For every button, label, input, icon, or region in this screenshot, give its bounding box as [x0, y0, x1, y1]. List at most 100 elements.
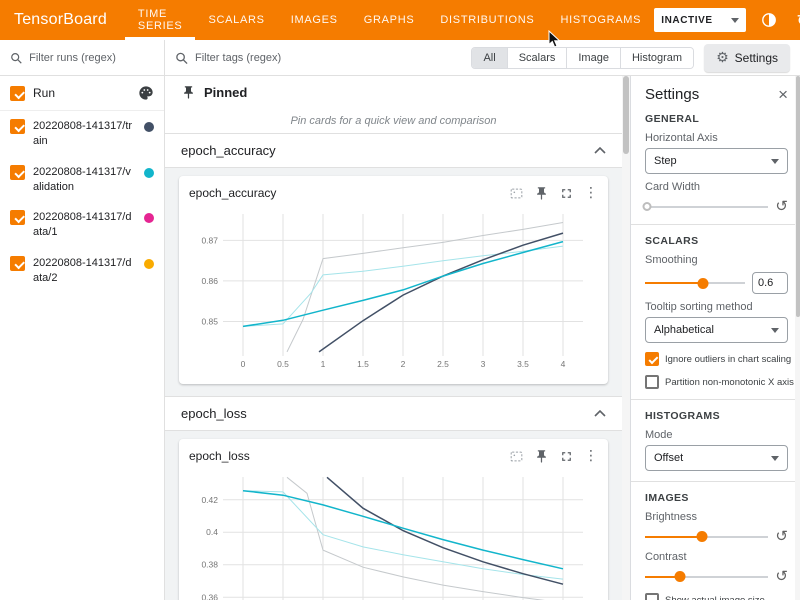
tab-images[interactable]: IMAGES	[278, 0, 351, 40]
card-title: epoch_accuracy	[189, 186, 276, 200]
show-actual-size-checkbox-row[interactable]: Show actual image size	[645, 593, 788, 600]
image-icon[interactable]	[509, 186, 524, 201]
svg-text:2: 2	[401, 359, 406, 369]
run-checkbox[interactable]	[10, 119, 25, 134]
run-checkbox[interactable]	[10, 256, 25, 271]
more-options-icon[interactable]: ⋮	[584, 449, 598, 463]
pinned-label: Pinned	[204, 85, 247, 100]
pin-outline-icon[interactable]	[534, 186, 549, 201]
chevron-up-icon[interactable]	[594, 147, 606, 154]
fullscreen-icon[interactable]	[559, 186, 574, 201]
reset-icon[interactable]: ↺	[775, 529, 788, 544]
theme-toggle-icon[interactable]	[758, 9, 780, 31]
general-heading: GENERAL	[645, 113, 788, 125]
smoothing-row	[645, 272, 788, 294]
fullscreen-icon[interactable]	[559, 449, 574, 464]
svg-text:0.38: 0.38	[201, 560, 218, 570]
settings-button[interactable]: ⚙ Settings	[704, 44, 790, 72]
filter-image-button[interactable]: Image	[567, 48, 621, 68]
tab-graphs[interactable]: GRAPHS	[351, 0, 428, 40]
pinned-header: Pinned	[165, 76, 622, 108]
tag-toolbar: All Scalars Image Histogram ⚙ Settings	[165, 40, 800, 76]
contrast-slider[interactable]	[645, 570, 768, 584]
run-list-item[interactable]: 20220808-141317/validation	[0, 157, 164, 203]
more-options-icon[interactable]: ⋮	[584, 186, 598, 200]
section-header-epoch-accuracy[interactable]: epoch_accuracy	[165, 134, 622, 168]
run-list-item[interactable]: 20220808-141317/data/1	[0, 202, 164, 248]
run-label: 20220808-141317/data/1	[33, 210, 136, 240]
tooltip-sorting-select[interactable]: Alphabetical	[645, 317, 788, 343]
reset-icon[interactable]: ↺	[775, 199, 788, 214]
histogram-mode-select[interactable]: Offset	[645, 445, 788, 471]
smoothing-value-input[interactable]	[752, 272, 788, 294]
reset-icon[interactable]: ↺	[775, 569, 788, 584]
tab-distributions[interactable]: DISTRIBUTIONS	[427, 0, 547, 40]
filter-histogram-button[interactable]: Histogram	[621, 48, 693, 68]
svg-text:0.36: 0.36	[201, 592, 218, 600]
partition-x-axis-checkbox[interactable]	[645, 375, 659, 389]
settings-scrollbar-thumb[interactable]	[796, 76, 800, 317]
reload-status-dropdown[interactable]: INACTIVE	[654, 8, 746, 32]
scalars-heading: SCALARS	[645, 235, 788, 247]
tab-time-series[interactable]: TIME SERIES	[125, 0, 196, 40]
horizontal-axis-select[interactable]: Step	[645, 148, 788, 174]
card-width-row: ↺	[645, 199, 788, 214]
cards-column: Pinned Pin cards for a quick view and co…	[165, 76, 622, 600]
pin-outline-icon[interactable]	[534, 449, 549, 464]
section-header-epoch-loss[interactable]: epoch_loss	[165, 397, 622, 431]
runs-filter-input[interactable]	[29, 52, 154, 64]
svg-text:0.5: 0.5	[277, 359, 289, 369]
slider-thumb[interactable]	[696, 531, 707, 542]
app-logo[interactable]: TensorBoard	[0, 0, 125, 40]
slider-thumb[interactable]	[674, 571, 685, 582]
smoothing-slider[interactable]	[645, 276, 745, 290]
tab-histograms[interactable]: HISTOGRAMS	[547, 0, 654, 40]
palette-icon[interactable]	[138, 85, 154, 101]
run-checkbox[interactable]	[10, 165, 25, 180]
ignore-outliers-checkbox[interactable]	[645, 352, 659, 366]
contrast-label: Contrast	[645, 551, 788, 563]
run-color-dot	[144, 168, 154, 178]
brightness-label: Brightness	[645, 511, 788, 523]
tag-filter-input[interactable]	[195, 52, 461, 64]
run-list-item[interactable]: 20220808-141317/data/2	[0, 248, 164, 294]
tab-scalars[interactable]: SCALARS	[195, 0, 277, 40]
run-color-dot	[144, 213, 154, 223]
show-actual-size-checkbox[interactable]	[645, 593, 659, 600]
brightness-slider[interactable]	[645, 530, 768, 544]
image-icon[interactable]	[509, 449, 524, 464]
partition-x-axis-label: Partition non-monotonic X axis	[665, 377, 794, 388]
select-all-runs-checkbox[interactable]	[10, 86, 25, 101]
epoch-accuracy-chart[interactable]: 00.511.522.533.540.850.860.87	[187, 206, 595, 376]
partition-x-axis-checkbox-row[interactable]: Partition non-monotonic X axis i	[645, 375, 788, 389]
pinned-hint: Pin cards for a quick view and compariso…	[165, 108, 622, 134]
filter-scalars-button[interactable]: Scalars	[508, 48, 568, 68]
run-checkbox[interactable]	[10, 210, 25, 225]
refresh-icon[interactable]: ↻	[792, 9, 800, 31]
run-list-item[interactable]: 20220808-141317/train	[0, 111, 164, 157]
search-icon	[10, 51, 22, 65]
close-icon[interactable]: ×	[778, 86, 788, 103]
epoch-loss-chart[interactable]: 00.511.522.533.540.360.380.40.42	[187, 469, 595, 600]
gear-icon: ⚙	[716, 50, 729, 66]
svg-text:0.42: 0.42	[201, 495, 218, 505]
slider-thumb[interactable]	[643, 202, 652, 211]
run-label: 20220808-141317/validation	[33, 165, 136, 195]
card-width-slider[interactable]	[645, 200, 768, 214]
runs-sidebar: Run 20220808-141317/train 20220808-14131…	[0, 40, 165, 600]
slider-thumb[interactable]	[698, 278, 709, 289]
settings-scrollbar[interactable]	[795, 76, 800, 600]
contrast-row: ↺	[645, 569, 788, 584]
svg-text:0.4: 0.4	[206, 527, 218, 537]
main-scrollbar[interactable]	[622, 76, 630, 600]
card-width-label: Card Width	[645, 181, 788, 193]
card-header: epoch_accuracy ⋮	[187, 182, 600, 204]
svg-text:2.5: 2.5	[437, 359, 449, 369]
tooltip-sorting-value: Alphabetical	[654, 324, 714, 336]
ignore-outliers-checkbox-row[interactable]: Ignore outliers in chart scaling	[645, 352, 788, 366]
main-scrollbar-thumb[interactable]	[623, 76, 629, 154]
card-title: epoch_loss	[189, 449, 250, 463]
chevron-up-icon[interactable]	[594, 410, 606, 417]
filter-all-button[interactable]: All	[472, 48, 507, 68]
section-title: epoch_accuracy	[181, 143, 276, 158]
